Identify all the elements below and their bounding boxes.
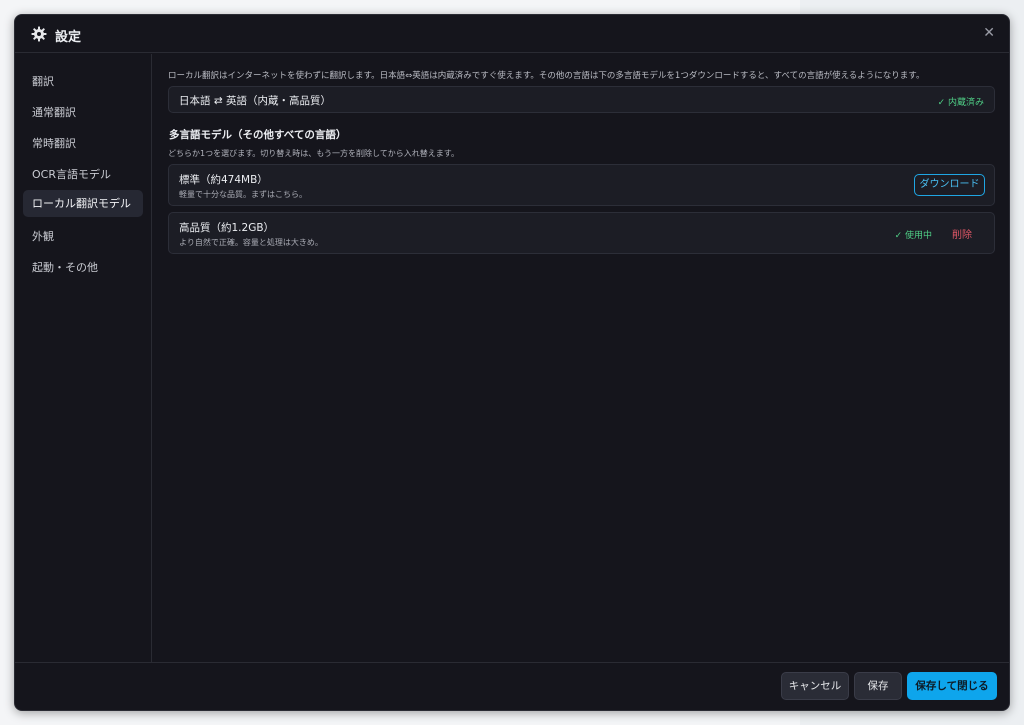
cancel-button[interactable]: キャンセル (781, 672, 849, 700)
save-and-close-button[interactable]: 保存して閉じる (907, 672, 997, 700)
dialog-footer: キャンセル 保存 保存して閉じる (15, 662, 1009, 710)
settings-dialog: 設定 ✕ 翻訳 通常翻訳 常時翻訳 OCR言語モデル ローカル翻訳モデル 外観 … (14, 14, 1010, 711)
delete-button[interactable]: 削除 (952, 226, 972, 241)
sidebar-item-continuous-translation[interactable]: 常時翻訳 (23, 130, 143, 157)
high-quality-model-desc: より自然で正確。容量と処理は大きめ。 (179, 238, 323, 247)
settings-content: ローカル翻訳はインターネットを使わずに翻訳します。日本語⇔英語は内蔵済みですぐ使… (152, 54, 1009, 662)
standard-model-name: 標準（約474MB） (179, 174, 268, 186)
sidebar-item-translation[interactable]: 翻訳 (23, 68, 143, 95)
standard-model-card: 標準（約474MB） 軽量で十分な品質。まずはこちら。 ダウンロード (168, 164, 995, 206)
sidebar-item-local-translation-model[interactable]: ローカル翻訳モデル (23, 190, 143, 217)
title-bar: 設定 ✕ (15, 15, 1009, 53)
settings-sidebar: 翻訳 通常翻訳 常時翻訳 OCR言語モデル ローカル翻訳モデル 外観 起動・その… (15, 54, 152, 662)
in-use-status: ✓ 使用中 (894, 231, 932, 241)
sidebar-item-ocr-model[interactable]: OCR言語モデル (23, 161, 143, 188)
builtin-model-label: 日本語 ⇄ 英語（内蔵・高品質） (179, 95, 331, 107)
sidebar-item-appearance[interactable]: 外観 (23, 223, 143, 250)
close-icon[interactable]: ✕ (983, 25, 995, 41)
high-quality-model-name: 高品質（約1.2GB） (179, 222, 275, 234)
builtin-model-card: 日本語 ⇄ 英語（内蔵・高品質） ✓ 内蔵済み (168, 86, 995, 113)
gear-icon (31, 26, 47, 42)
high-quality-model-card: 高品質（約1.2GB） より自然で正確。容量と処理は大きめ。 ✓ 使用中 削除 (168, 212, 995, 254)
sidebar-item-startup-other[interactable]: 起動・その他 (23, 254, 143, 281)
sidebar-item-normal-translation[interactable]: 通常翻訳 (23, 99, 143, 126)
standard-model-desc: 軽量で十分な品質。まずはこちら。 (179, 190, 307, 199)
multilingual-section-title: 多言語モデル（その他すべての言語） (169, 129, 347, 141)
builtin-status: ✓ 内蔵済み (937, 98, 984, 108)
dialog-title: 設定 (55, 30, 82, 45)
download-button[interactable]: ダウンロード (914, 174, 985, 196)
multilingual-section-subtitle: どちらか1つを選びます。切り替え時は、もう一方を削除してから入れ替えます。 (168, 149, 460, 158)
save-button[interactable]: 保存 (854, 672, 902, 700)
local-translation-description: ローカル翻訳はインターネットを使わずに翻訳します。日本語⇔英語は内蔵済みですぐ使… (168, 71, 925, 81)
